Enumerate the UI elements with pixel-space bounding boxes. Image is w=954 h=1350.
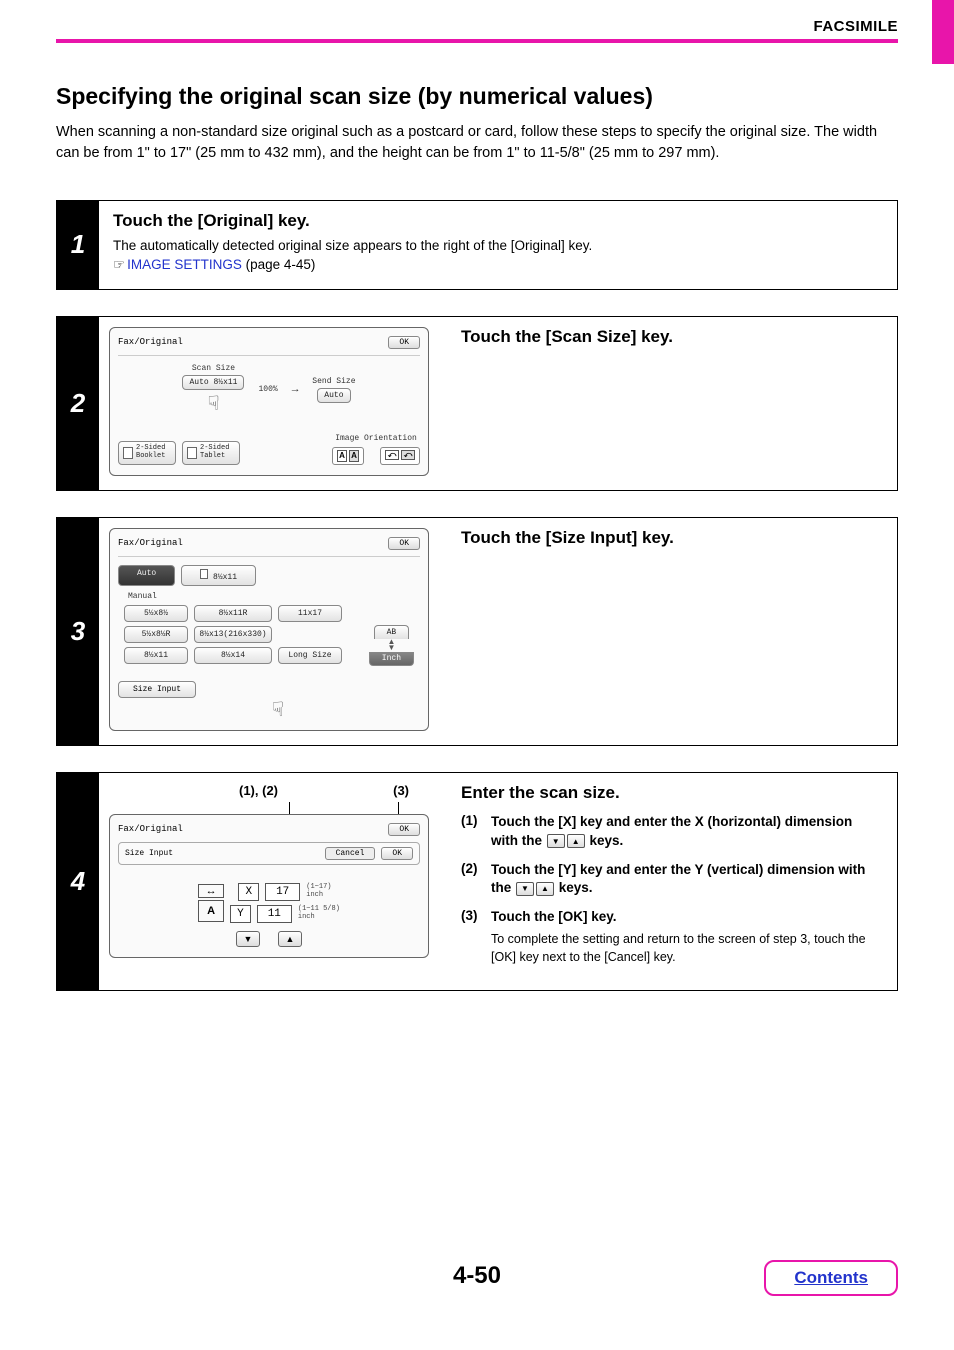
step-1-title: Touch the [Original] key.: [113, 211, 883, 231]
x-dimension-icon: ↔: [198, 884, 224, 898]
step-3-title: Touch the [Size Input] key.: [461, 528, 883, 548]
x-range: (1~17) inch: [306, 884, 331, 899]
contents-button[interactable]: Contents: [764, 1260, 898, 1296]
send-size-label: Send Size: [312, 377, 355, 386]
down-key-icon: ▼: [516, 882, 534, 896]
step-4-title: Enter the scan size.: [461, 783, 883, 803]
touch-panel-step4: Fax/Original OK Size Input Cancel OK: [109, 814, 429, 958]
size-option[interactable]: 8½x13(216x330): [194, 626, 272, 643]
step-4: 4 (1), (2) (3) Fax/Original OK Size Inpu…: [56, 772, 898, 991]
size-option[interactable]: 11x17: [278, 605, 342, 622]
page-title: Specifying the original scan size (by nu…: [56, 83, 898, 110]
size-tab[interactable]: 8½x11: [181, 565, 256, 586]
a-orientation-icon: A: [198, 900, 224, 922]
callout-right: (3): [393, 783, 409, 798]
link-suffix: (page 4-45): [242, 257, 316, 272]
orientation-landscape-button[interactable]: ⤺⤺: [380, 447, 420, 465]
send-size-button[interactable]: Auto: [317, 388, 350, 403]
inch-toggle[interactable]: Inch: [369, 652, 414, 666]
substep-3: (3) Touch the [OK] key. To complete the …: [461, 908, 883, 966]
arrow-icon: →: [292, 384, 299, 396]
portrait-icon: A: [337, 450, 347, 462]
x-value: 17: [265, 883, 300, 901]
down-key-icon: ▼: [547, 834, 565, 848]
size-input-button[interactable]: Size Input: [118, 681, 196, 698]
touch-panel-step2: Fax/Original OK Scan Size Auto 8½x11 ☟ 1…: [109, 327, 429, 476]
callout-left: (1), (2): [239, 783, 278, 798]
step-number: 2: [57, 317, 99, 490]
image-settings-link[interactable]: IMAGE SETTINGS: [127, 257, 242, 272]
toggle-arrows-icon: ▲▼: [387, 639, 395, 652]
step-1-desc-text: The automatically detected original size…: [113, 238, 592, 253]
y-value: 11: [257, 905, 292, 923]
size-option[interactable]: 8½x14: [194, 647, 272, 664]
auto-tab[interactable]: Auto: [118, 565, 175, 586]
ok-button[interactable]: OK: [388, 336, 420, 349]
two-sided-tablet-button[interactable]: 2-Sided Tablet: [182, 441, 240, 464]
tablet-icon: [187, 447, 197, 459]
intro-paragraph: When scanning a non-standard size origin…: [56, 122, 898, 164]
step-number: 4: [57, 773, 99, 990]
page-icon: [200, 569, 208, 579]
panel-breadcrumb: Fax/Original: [118, 824, 183, 834]
step-2-title: Touch the [Scan Size] key.: [461, 327, 883, 347]
y-range: (1~11 5/8) inch: [298, 906, 340, 921]
booklet-icon: [123, 447, 133, 459]
step-number: 3: [57, 518, 99, 745]
step-2: 2 Fax/Original OK Scan Size Auto 8½x11 ☟: [56, 316, 898, 491]
ok-button-top[interactable]: OK: [388, 823, 420, 836]
header-rule: [56, 39, 898, 43]
substep-1: (1) Touch the [X] key and enter the X (h…: [461, 813, 883, 851]
orientation-label: Image Orientation: [335, 434, 417, 443]
step-1: 1 Touch the [Original] key. The automati…: [56, 200, 898, 290]
step-number: 1: [57, 201, 99, 289]
up-key-icon: ▲: [567, 834, 585, 848]
portrait-alt-icon: A: [349, 450, 359, 462]
up-key-icon: ▲: [536, 882, 554, 896]
two-sided-booklet-button[interactable]: 2-Sided Booklet: [118, 441, 176, 464]
section-header: FACSIMILE: [56, 18, 898, 35]
orientation-portrait-button[interactable]: AA: [332, 447, 364, 465]
substep-2: (2) Touch the [Y] key and enter the Y (v…: [461, 861, 883, 899]
ok-button[interactable]: OK: [388, 537, 420, 550]
landscape-icon: ⤺: [385, 450, 399, 460]
x-key[interactable]: X: [238, 883, 259, 901]
down-button[interactable]: ▼: [236, 931, 260, 947]
panel-breadcrumb: Fax/Original: [118, 538, 183, 548]
size-option[interactable]: 8½x11: [124, 647, 188, 664]
ok-button-sub[interactable]: OK: [381, 847, 413, 860]
size-option[interactable]: Long Size: [278, 647, 342, 664]
size-input-label: Size Input: [125, 849, 173, 858]
scan-size-button[interactable]: Auto 8½x11: [182, 375, 244, 390]
step-1-desc: The automatically detected original size…: [113, 237, 883, 275]
cancel-button[interactable]: Cancel: [325, 847, 376, 860]
up-button[interactable]: ▲: [278, 931, 302, 947]
scan-size-label: Scan Size: [192, 364, 235, 373]
manual-label: Manual: [128, 592, 420, 601]
pointer-icon: ☟: [136, 700, 420, 720]
step-3: 3 Fax/Original OK Auto 8½x11 Manual 5½x8…: [56, 517, 898, 746]
panel-breadcrumb: Fax/Original: [118, 337, 183, 347]
pointer-icon: ☟: [207, 396, 219, 416]
y-key[interactable]: Y: [230, 905, 251, 923]
size-option[interactable]: 8½x11R: [194, 605, 272, 622]
touch-panel-step3: Fax/Original OK Auto 8½x11 Manual 5½x8½ …: [109, 528, 429, 731]
section-color-tab: [932, 0, 954, 64]
size-option[interactable]: 5½x8½R: [124, 626, 188, 643]
percent-label: 100%: [258, 385, 277, 394]
size-option[interactable]: 5½x8½: [124, 605, 188, 622]
reference-icon: ☞: [113, 257, 125, 272]
substep-3-note: To complete the setting and return to th…: [491, 931, 883, 966]
landscape-alt-icon: ⤺: [401, 450, 415, 460]
